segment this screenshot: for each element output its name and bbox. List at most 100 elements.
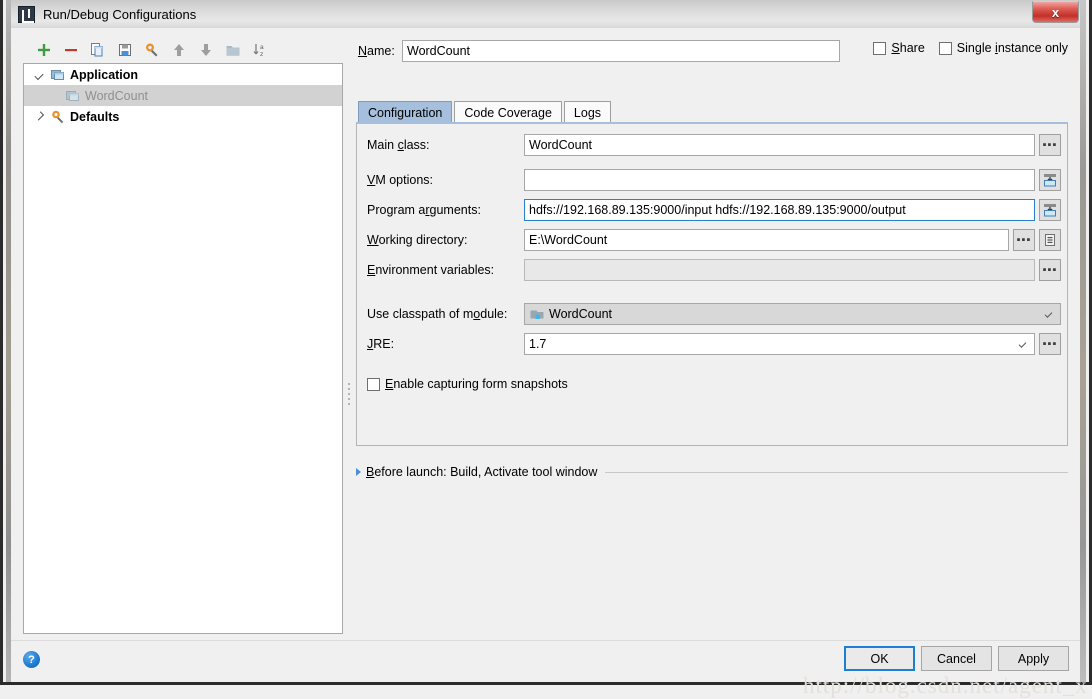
classpath-module-label: Use classpath of module:	[367, 307, 508, 321]
vm-options-label: VM options:	[367, 173, 434, 187]
arrow-up-icon[interactable]	[168, 39, 190, 61]
checkbox-box	[938, 41, 952, 55]
program-arguments-expand-button[interactable]	[1039, 199, 1061, 221]
window-title: Run/Debug Configurations	[43, 6, 197, 22]
program-arguments-row: Program arguments:	[367, 199, 1061, 221]
copy-icon[interactable]	[87, 39, 109, 61]
working-directory-label: Working directory:	[367, 233, 468, 247]
form-snapshots-row: Enable capturing form snapshots	[367, 373, 1061, 395]
jre-browse-button[interactable]: ▪▪▪	[1039, 333, 1061, 355]
cancel-button[interactable]: Cancel	[921, 646, 992, 671]
ok-button[interactable]: OK	[844, 646, 915, 671]
tree-item-application[interactable]: Application	[24, 64, 342, 85]
svg-text:a: a	[260, 44, 264, 51]
vm-options-input[interactable]	[524, 169, 1035, 191]
name-row: Name:	[358, 40, 840, 62]
application-icon	[65, 88, 81, 104]
jre-label: JRE:	[367, 337, 395, 351]
pane-splitter-handle[interactable]	[346, 380, 351, 410]
working-directory-browse-button[interactable]: ▪▪▪	[1013, 229, 1035, 251]
classpath-module-combo[interactable]: WordCount	[524, 303, 1061, 325]
tree-item-wordcount[interactable]: WordCount	[24, 85, 342, 106]
checkbox-box	[873, 41, 887, 55]
vm-options-row: VM options:	[367, 169, 1061, 191]
close-icon[interactable]: x	[1032, 1, 1079, 23]
tree-item-label: Application	[70, 67, 139, 82]
module-icon	[529, 306, 545, 322]
configurations-tree[interactable]: Application WordCount Defaults	[23, 63, 343, 634]
environment-variables-row: Environment variables: ▪▪▪	[367, 259, 1061, 281]
main-class-row: Main class: ▪▪▪	[367, 134, 1061, 156]
jre-combo[interactable]: 1.7	[524, 333, 1035, 355]
wrench-icon	[50, 109, 66, 125]
add-configuration-button[interactable]	[33, 39, 55, 61]
ellipsis-icon: ▪▪▪	[1042, 264, 1058, 276]
form-snapshots-label: Enable capturing form snapshots	[385, 377, 568, 391]
save-icon[interactable]	[114, 39, 136, 61]
ellipsis-icon: ▪▪▪	[1042, 139, 1058, 151]
wrench-icon[interactable]	[141, 39, 163, 61]
working-directory-input[interactable]	[524, 229, 1009, 251]
tree-item-defaults[interactable]: Defaults	[24, 106, 342, 127]
separator-line	[605, 471, 1068, 473]
apply-button[interactable]: Apply	[998, 646, 1069, 671]
folder-icon[interactable]	[222, 39, 244, 61]
tab-code-coverage[interactable]: Code Coverage	[454, 101, 562, 123]
dialog-content: a z Application WordCount Defaults Name:…	[11, 28, 1087, 698]
dialog-buttons: OK Cancel Apply	[844, 646, 1069, 671]
expand-macro-icon	[1044, 204, 1056, 217]
before-launch-label: Before launch: Build, Activate tool wind…	[366, 465, 598, 479]
classpath-module-row: Use classpath of module: WordCount	[367, 303, 1061, 325]
program-arguments-input[interactable]	[524, 199, 1035, 221]
remove-configuration-button[interactable]	[60, 39, 82, 61]
before-launch-section[interactable]: Before launch: Build, Activate tool wind…	[356, 464, 1068, 480]
arrow-down-icon[interactable]	[195, 39, 217, 61]
chevron-right-icon[interactable]	[32, 109, 48, 125]
expand-macro-icon	[1044, 174, 1056, 187]
main-class-input[interactable]	[524, 134, 1035, 156]
environment-variables-browse-button[interactable]: ▪▪▪	[1039, 259, 1061, 281]
sort-az-icon[interactable]: a z	[249, 39, 271, 61]
configurations-toolbar: a z	[23, 36, 343, 63]
dialog-window: Run/Debug Configurations x a z Applicati…	[0, 0, 1092, 698]
watermark-text: http://blog.csdn.net/agent_x	[803, 673, 1088, 698]
main-class-label: Main class:	[367, 138, 430, 152]
chevron-down-icon	[1044, 310, 1053, 318]
main-class-browse-button[interactable]: ▪▪▪	[1039, 134, 1061, 156]
application-icon	[50, 67, 66, 83]
tab-configuration[interactable]: Configuration	[358, 101, 453, 123]
working-directory-row: Working directory: ▪▪▪	[367, 229, 1061, 251]
chevron-down-icon	[1018, 340, 1027, 348]
share-checkbox[interactable]: Share	[873, 41, 925, 55]
vm-options-expand-button[interactable]	[1039, 169, 1061, 191]
classpath-module-value: WordCount	[549, 307, 612, 321]
tree-item-label: Defaults	[70, 109, 120, 124]
options-group: Share Single instance only	[873, 41, 1068, 55]
tree-item-label: WordCount	[85, 88, 148, 103]
program-arguments-label: Program arguments:	[367, 203, 481, 217]
window-frame-right	[1080, 0, 1086, 682]
tab-logs[interactable]: Logs	[563, 101, 612, 123]
title-bar: Run/Debug Configurations x	[11, 0, 1080, 28]
footer-separator	[11, 640, 1080, 641]
form-snapshots-checkbox[interactable]: Enable capturing form snapshots	[367, 377, 568, 391]
chevron-down-icon[interactable]	[32, 67, 48, 83]
svg-text:z: z	[260, 51, 263, 58]
ellipsis-icon: ▪▪▪	[1016, 234, 1032, 246]
insert-macro-icon	[1045, 234, 1055, 246]
name-input[interactable]	[402, 40, 840, 62]
configuration-form-panel: Main class: ▪▪▪ VM options:	[356, 122, 1068, 446]
single-instance-only-label: Single instance only	[956, 41, 1068, 55]
intellij-idea-icon	[18, 5, 35, 23]
help-icon[interactable]: ?	[23, 651, 40, 668]
chevron-right-icon[interactable]	[356, 468, 361, 476]
working-directory-macro-button[interactable]	[1039, 229, 1061, 251]
name-label: Name:	[358, 44, 395, 58]
environment-variables-input[interactable]	[524, 259, 1035, 281]
environment-variables-label: Environment variables:	[367, 263, 495, 277]
single-instance-only-checkbox[interactable]: Single instance only	[938, 41, 1068, 55]
share-label: Share	[891, 41, 925, 55]
tab-strip: Configuration Code Coverage Logs	[358, 100, 613, 123]
jre-value: 1.7	[529, 337, 547, 351]
ellipsis-icon: ▪▪▪	[1042, 338, 1058, 350]
